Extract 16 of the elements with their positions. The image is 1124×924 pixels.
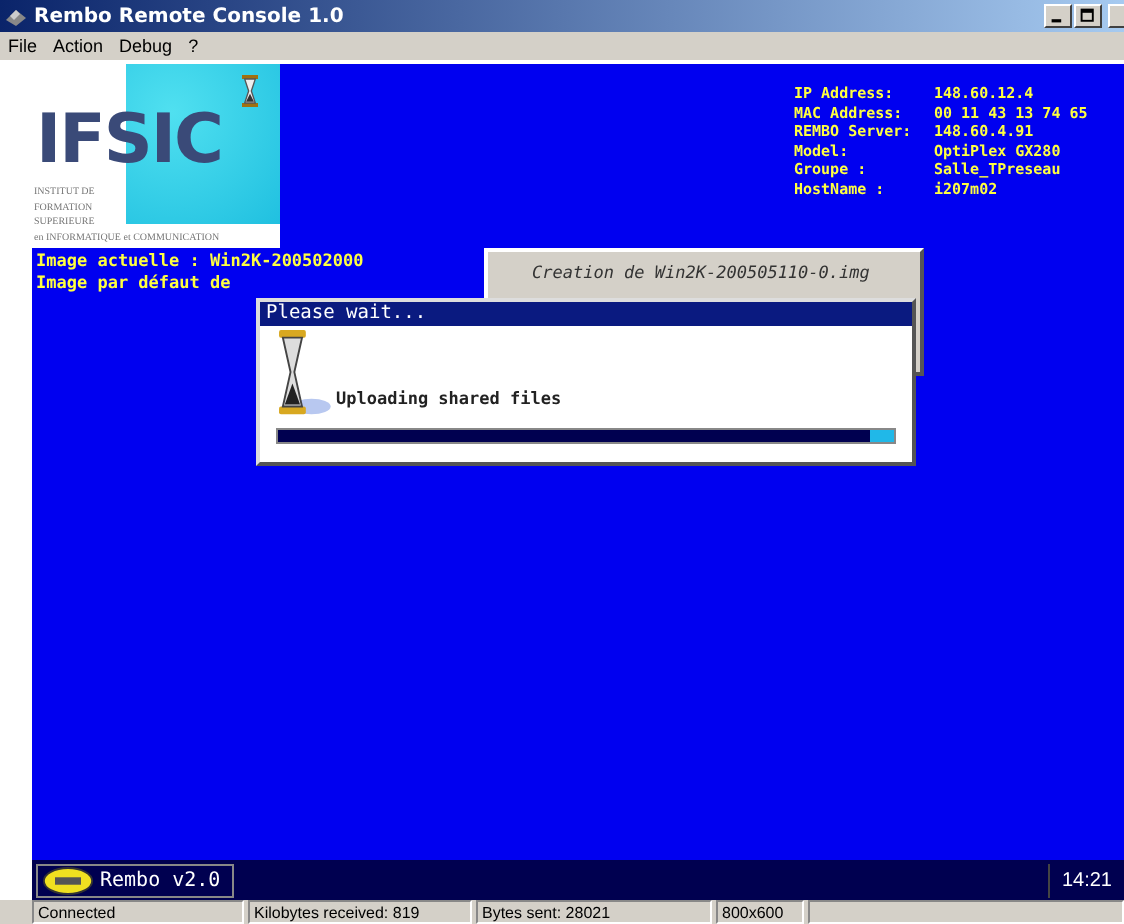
status-pane: Connected xyxy=(32,900,244,924)
start-button[interactable]: Rembo v2.0 xyxy=(36,863,235,897)
console-line: Image par défaut de xyxy=(36,274,233,296)
menu-item[interactable]: ? xyxy=(188,36,199,56)
menu-item[interactable]: Debug xyxy=(119,36,173,56)
menu-item[interactable]: File xyxy=(8,36,38,56)
progress-message: Uploading shared files xyxy=(336,390,562,410)
status-pane: Kilobytes received: 819 xyxy=(248,900,472,924)
console-line: Image actuelle : Win2K-200502000 xyxy=(36,252,364,274)
status-pane: 800x600 xyxy=(716,900,804,924)
dialog-title: Please wait... xyxy=(260,302,912,326)
menu-item[interactable]: Action xyxy=(53,36,104,56)
status-pane: Bytes sent: 28021 xyxy=(476,900,712,924)
window-heading: Creation de Win2K-200505110-0.img xyxy=(532,264,870,284)
clock: 14:21 xyxy=(1047,863,1124,897)
window-title: Rembo Remote Console 1.0 xyxy=(34,5,344,27)
